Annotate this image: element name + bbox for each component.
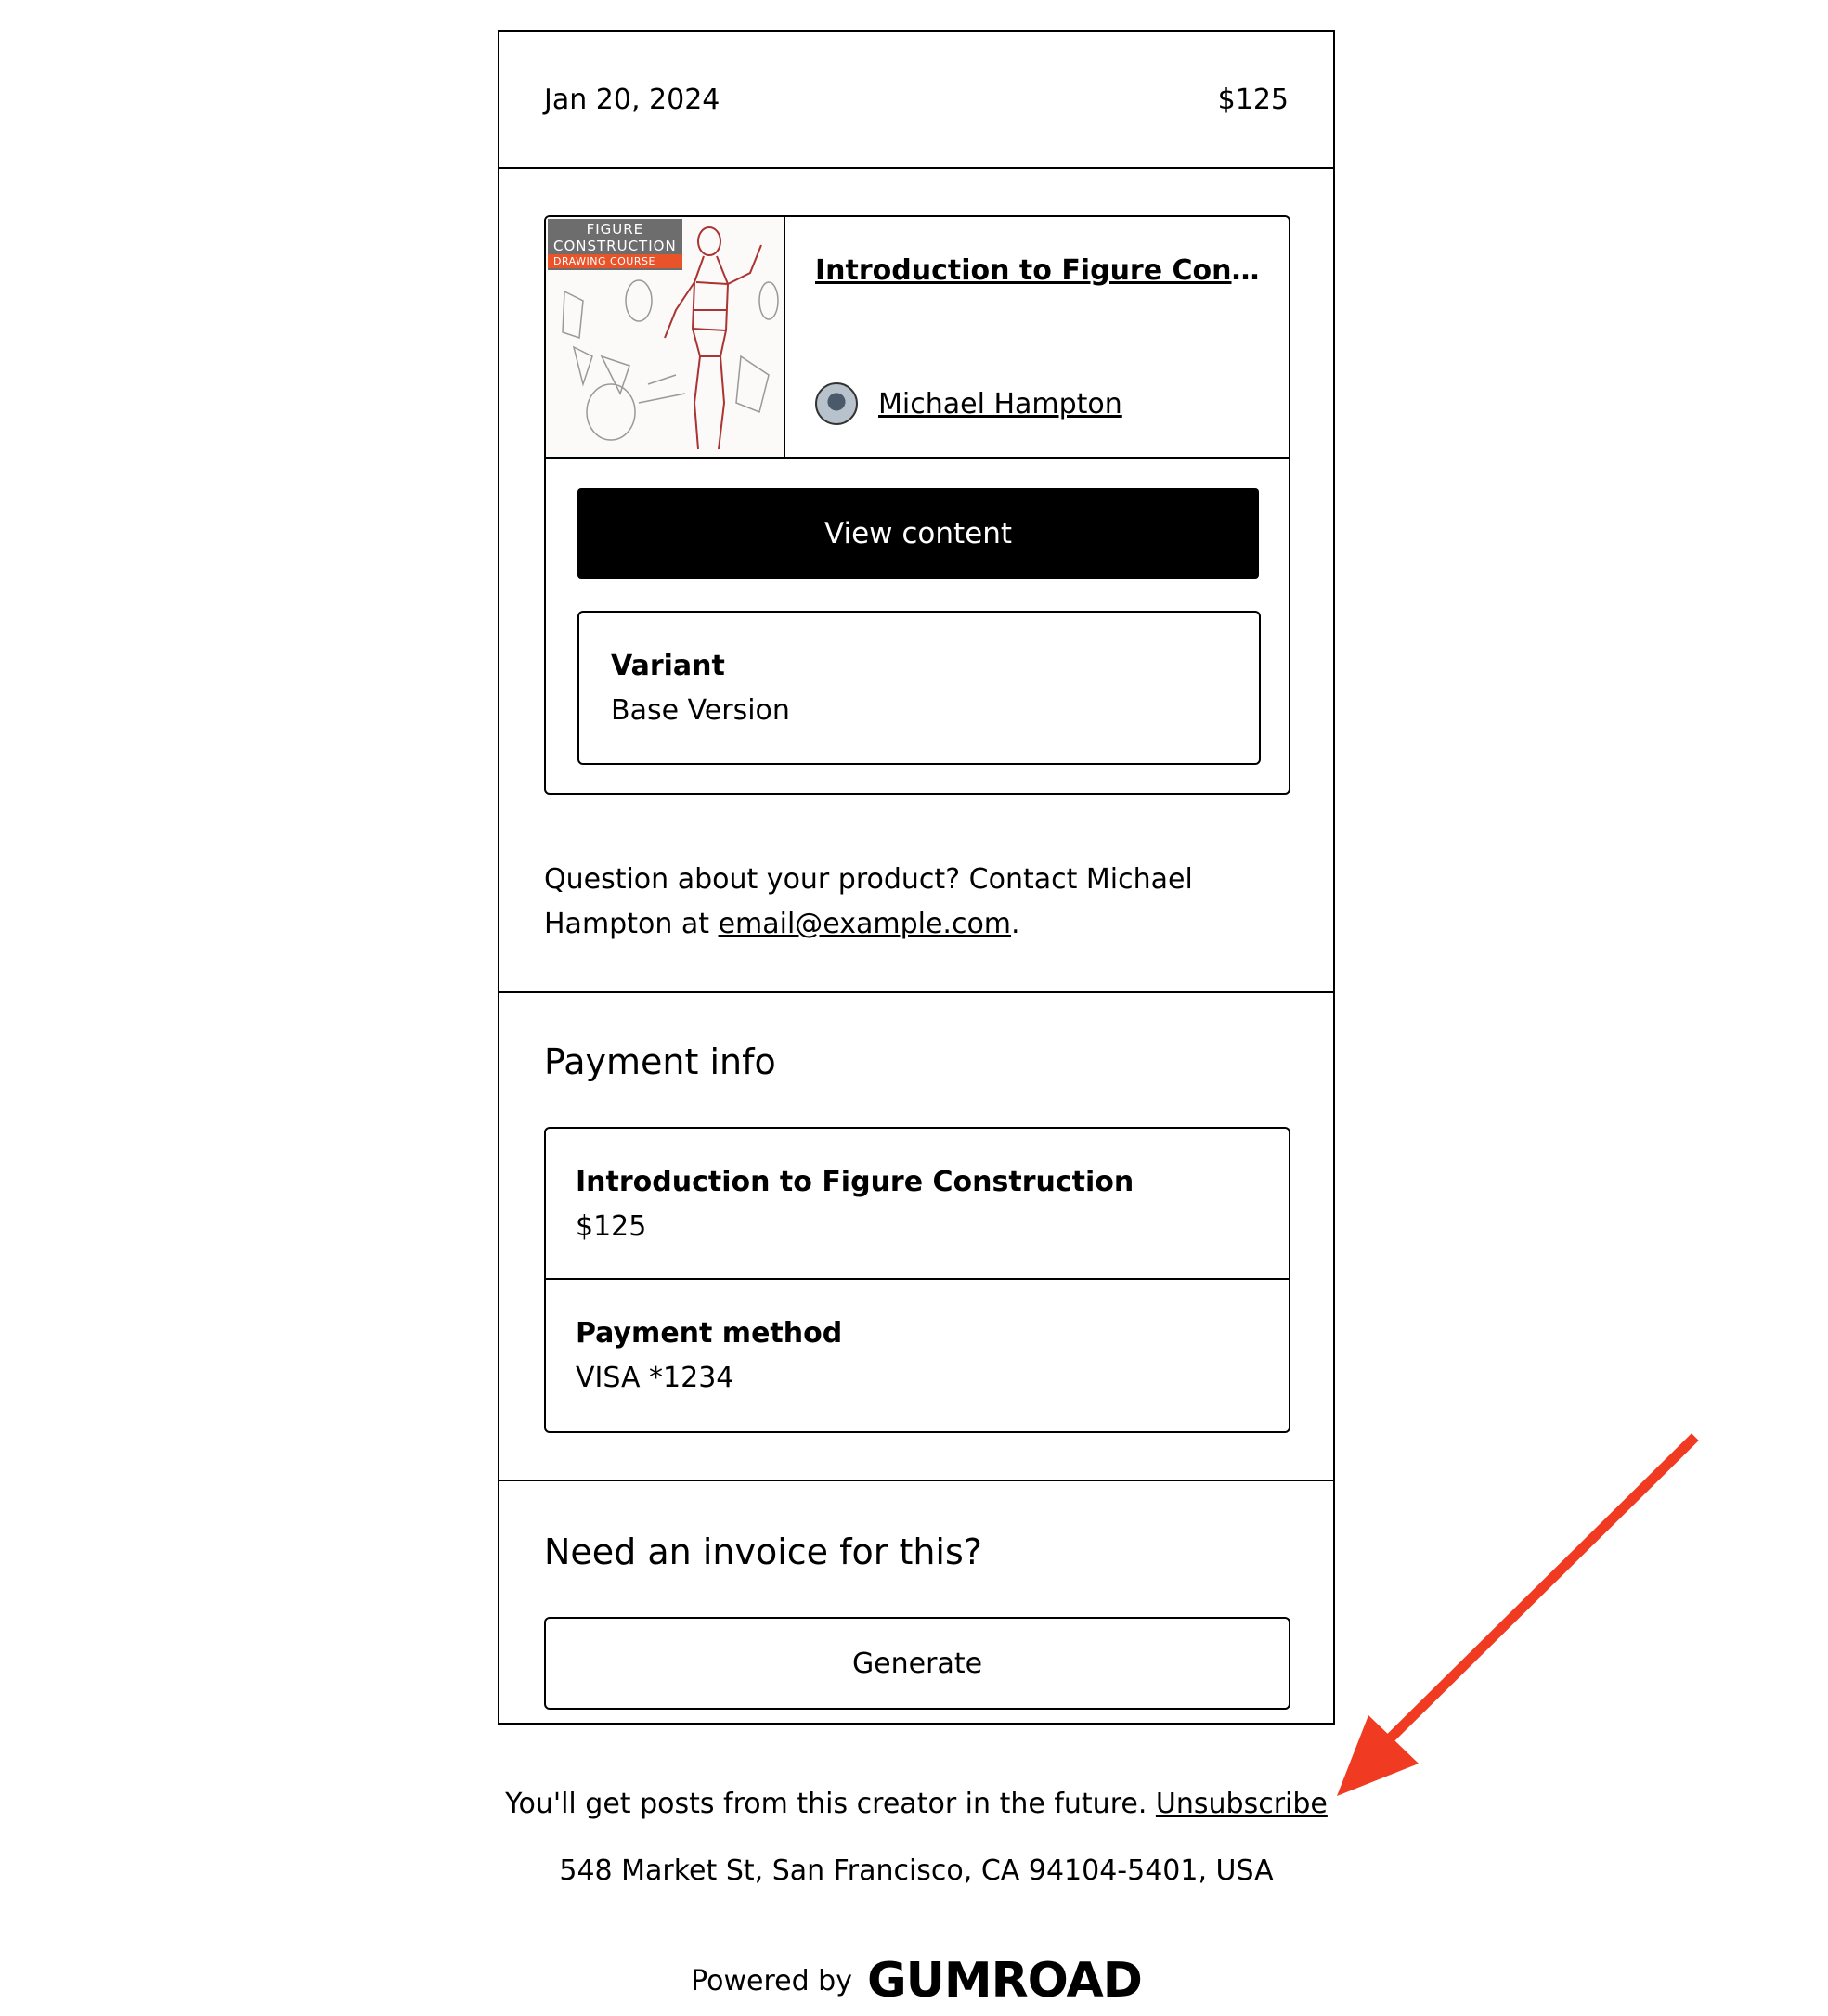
purchase-price: $125 — [1217, 84, 1289, 116]
payment-item-name: Introduction to Figure Construction — [576, 1166, 1134, 1198]
product-title-link[interactable]: Introduction to Figure Const... — [815, 254, 1270, 287]
payment-method-label: Payment method — [576, 1317, 843, 1350]
payment-method-row: Payment method VISA *1234 — [546, 1280, 1289, 1431]
gumroad-logo[interactable]: GUMROAD — [867, 1957, 1143, 2005]
product-card: FIGURE CONSTRUCTION DRAWING COURSE Intro… — [544, 215, 1290, 795]
receipt-header: Jan 20, 2024 $125 — [499, 32, 1333, 169]
contact-question: Question about your product? Contact Mic… — [544, 858, 1287, 947]
variant-box: Variant Base Version — [577, 611, 1261, 765]
payment-info-title: Payment info — [544, 1041, 776, 1082]
variant-value: Base Version — [611, 694, 790, 727]
product-section: FIGURE CONSTRUCTION DRAWING COURSE Intro… — [499, 169, 1333, 993]
thumbnail-subtitle: DRAWING COURSE — [548, 254, 682, 268]
receipt-card: Jan 20, 2024 $125 FIGURE CONSTRUCTION DR… — [498, 30, 1335, 1725]
invoice-title: Need an invoice for this? — [544, 1531, 982, 1572]
powered-by-text: Powered by — [691, 1964, 852, 1997]
product-thumbnail[interactable]: FIGURE CONSTRUCTION DRAWING COURSE — [546, 217, 785, 457]
thumbnail-title-line2: CONSTRUCTION — [553, 238, 677, 254]
view-content-button[interactable]: View content — [577, 488, 1259, 579]
powered-by: Powered by GUMROAD — [498, 1957, 1335, 2005]
creator-avatar — [815, 382, 858, 425]
thumbnail-title-line1: FIGURE — [586, 221, 644, 238]
thumbnail-badge: FIGURE CONSTRUCTION DRAWING COURSE — [548, 219, 682, 270]
generate-invoice-button[interactable]: Generate — [544, 1617, 1290, 1710]
invoice-section: Need an invoice for this? Generate — [499, 1481, 1333, 1725]
subscription-notice: You'll get posts from this creator in th… — [498, 1788, 1335, 1820]
contact-email-link[interactable]: email@example.com — [719, 908, 1011, 940]
creator-link[interactable]: Michael Hampton — [815, 382, 1122, 425]
subscription-text: You'll get posts from this creator in th… — [505, 1788, 1156, 1820]
payment-section: Payment info Introduction to Figure Cons… — [499, 993, 1333, 1481]
annotation-arrow-icon — [1337, 1433, 1699, 1796]
variant-label: Variant — [611, 650, 725, 682]
purchase-date: Jan 20, 2024 — [544, 84, 720, 116]
product-summary: FIGURE CONSTRUCTION DRAWING COURSE Intro… — [546, 217, 1289, 459]
creator-address: 548 Market St, San Francisco, CA 94104-5… — [559, 1854, 1274, 1887]
contact-question-suffix: . — [1011, 908, 1020, 940]
payment-item-price: $125 — [576, 1210, 647, 1243]
payment-method-value: VISA *1234 — [576, 1362, 734, 1394]
payment-item-row: Introduction to Figure Construction $125 — [546, 1129, 1289, 1280]
creator-name: Michael Hampton — [878, 387, 1122, 420]
payment-card: Introduction to Figure Construction $125… — [544, 1127, 1290, 1433]
